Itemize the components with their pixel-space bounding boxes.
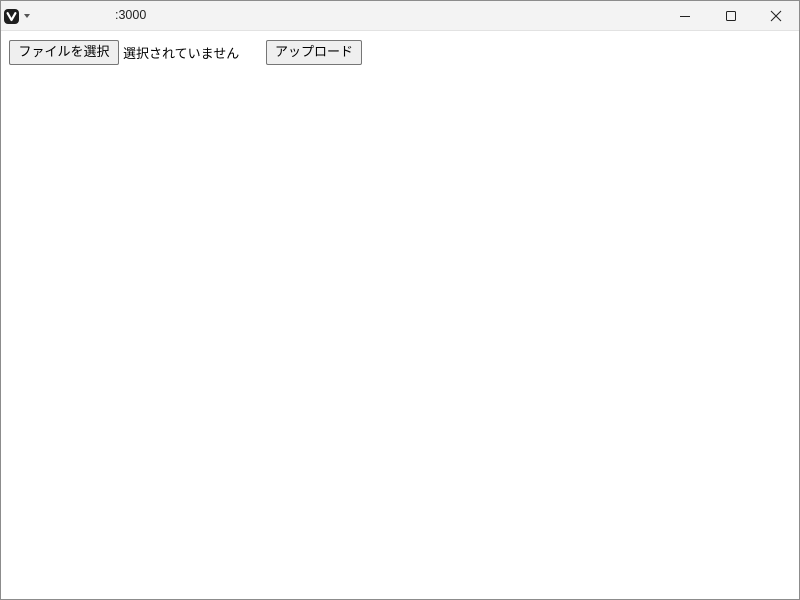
vivaldi-logo-icon <box>4 8 19 24</box>
close-icon <box>770 10 782 21</box>
app-menu-button[interactable] <box>4 7 34 25</box>
window-title: :3000 <box>115 8 147 22</box>
upload-button[interactable]: アップロード <box>266 40 362 65</box>
chevron-down-icon <box>24 14 30 18</box>
choose-file-button[interactable]: ファイルを選択 <box>9 40 119 65</box>
browser-window: :3000 ファイルを選択 選択されていません アップロード <box>0 0 800 600</box>
page-content: ファイルを選択 選択されていません アップロード <box>1 31 799 599</box>
minimize-icon <box>680 15 690 17</box>
title-bar: :3000 <box>1 1 799 31</box>
close-button[interactable] <box>753 1 799 30</box>
minimize-button[interactable] <box>662 1 708 30</box>
file-input[interactable]: ファイルを選択 選択されていません <box>9 40 239 65</box>
maximize-icon <box>726 10 736 21</box>
file-status-text: 選択されていません <box>123 47 240 62</box>
maximize-button[interactable] <box>708 1 754 30</box>
